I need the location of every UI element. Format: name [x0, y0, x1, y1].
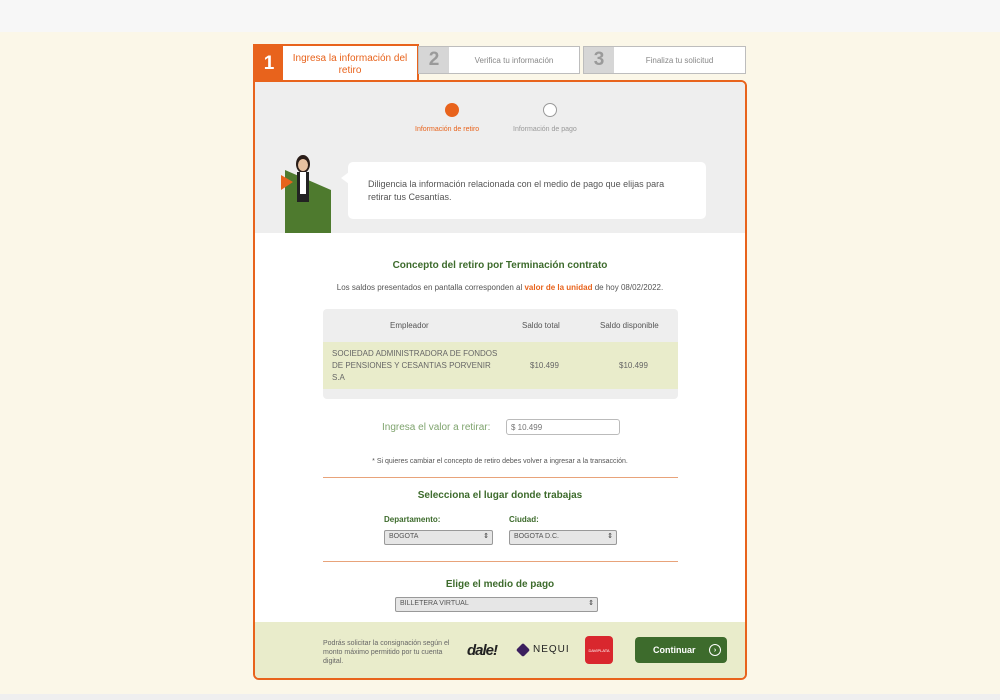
employer-cell: SOCIEDAD ADMINISTRADORA DE FONDOS DE PEN… [332, 349, 498, 382]
step-number-1: 1 [255, 46, 283, 82]
payment-method-select[interactable]: BILLETERA VIRTUAL ⇕ [395, 597, 598, 612]
step-tab-1: 1 Ingresa la información del retiro [253, 44, 419, 84]
top-bar [0, 0, 1000, 32]
step-label-1: Ingresa la información del retiro [292, 53, 408, 76]
info-bubble: Diligencia la información relacionada co… [341, 162, 706, 219]
step-label-2: Verifica tu información [474, 55, 554, 65]
header-available: Saldo disponible [600, 321, 659, 330]
chevron-right-icon: › [709, 644, 721, 656]
department-select[interactable]: BOGOTA ⇕ [384, 530, 493, 545]
table-row: SOCIEDAD ADMINISTRADORA DE FONDOS DE PEN… [323, 342, 678, 389]
available-cell: $10.499 [619, 361, 648, 370]
step-label-3: Finaliza tu solicitud [645, 55, 714, 65]
continue-button[interactable]: Continuar › [635, 637, 727, 663]
updown-arrows-icon: ⇕ [588, 600, 594, 607]
substep-inactive-label: Información de pago [513, 126, 577, 133]
amount-input[interactable] [506, 419, 620, 435]
daviplata-logo: DAVIPLATA [585, 636, 613, 664]
step-tab-2: 2 Verifica tu información [418, 46, 580, 74]
nequi-diamond-icon [515, 642, 531, 657]
saldo-note-suffix: de hoy 08/02/2022. [594, 283, 664, 292]
department-value: BOGOTA [389, 533, 419, 540]
table-header: Empleador Saldo total Saldo disponible [323, 309, 678, 342]
step-number-3: 3 [584, 47, 614, 73]
saldo-note-prefix: Los saldos presentados en pantalla corre… [336, 283, 523, 292]
hero-section: Información de retiro Información de pag… [255, 82, 745, 233]
footer-note: Podrás solicitar la consignación según e… [323, 640, 450, 665]
nequi-logo: NEQUI [515, 642, 570, 657]
footer-bar: Podrás solicitar la consignación según e… [255, 622, 745, 678]
substep-active-label: Información de retiro [415, 126, 480, 133]
divider-1 [323, 477, 678, 478]
step-tab-3: 3 Finaliza tu solicitud [583, 46, 746, 74]
workplace-title: Selecciona el lugar donde trabajas [417, 490, 583, 501]
nequi-logo-text: NEQUI [533, 644, 570, 655]
updown-arrows-icon: ⇕ [483, 533, 489, 540]
header-total: Saldo total [522, 321, 560, 330]
concept-title: Concepto del retiro por Terminación cont… [392, 260, 608, 271]
continue-label: Continuar [653, 645, 696, 655]
substep-inactive-dot [543, 103, 557, 117]
step-number-2: 2 [419, 47, 449, 73]
bottom-bar [0, 694, 1000, 700]
city-label: Ciudad: [509, 515, 539, 524]
header-employer: Empleador [390, 321, 429, 330]
assistant-avatar [281, 155, 331, 233]
payment-title: Elige el medio de pago [445, 579, 555, 590]
amount-label: Ingresa el valor a retirar: [382, 422, 491, 433]
balance-table: Empleador Saldo total Saldo disponible S… [323, 309, 678, 399]
city-select[interactable]: BOGOTA D.C. ⇕ [509, 530, 617, 545]
department-label: Departamento: [384, 515, 441, 524]
form-card: Información de retiro Información de pag… [253, 80, 747, 680]
saldo-note: Los saldos presentados en pantalla corre… [255, 283, 745, 292]
unit-value-link[interactable]: valor de la unidad [524, 283, 592, 292]
dale-logo: dale! [467, 642, 498, 659]
total-cell: $10.499 [530, 361, 559, 370]
payment-method-value: BILLETERA VIRTUAL [400, 600, 469, 607]
city-value: BOGOTA D.C. [514, 533, 559, 540]
change-concept-note: * Si quieres cambiar el concepto de reti… [372, 458, 628, 465]
substep-active-dot [445, 103, 459, 117]
updown-arrows-icon: ⇕ [607, 533, 613, 540]
divider-2 [323, 561, 678, 562]
